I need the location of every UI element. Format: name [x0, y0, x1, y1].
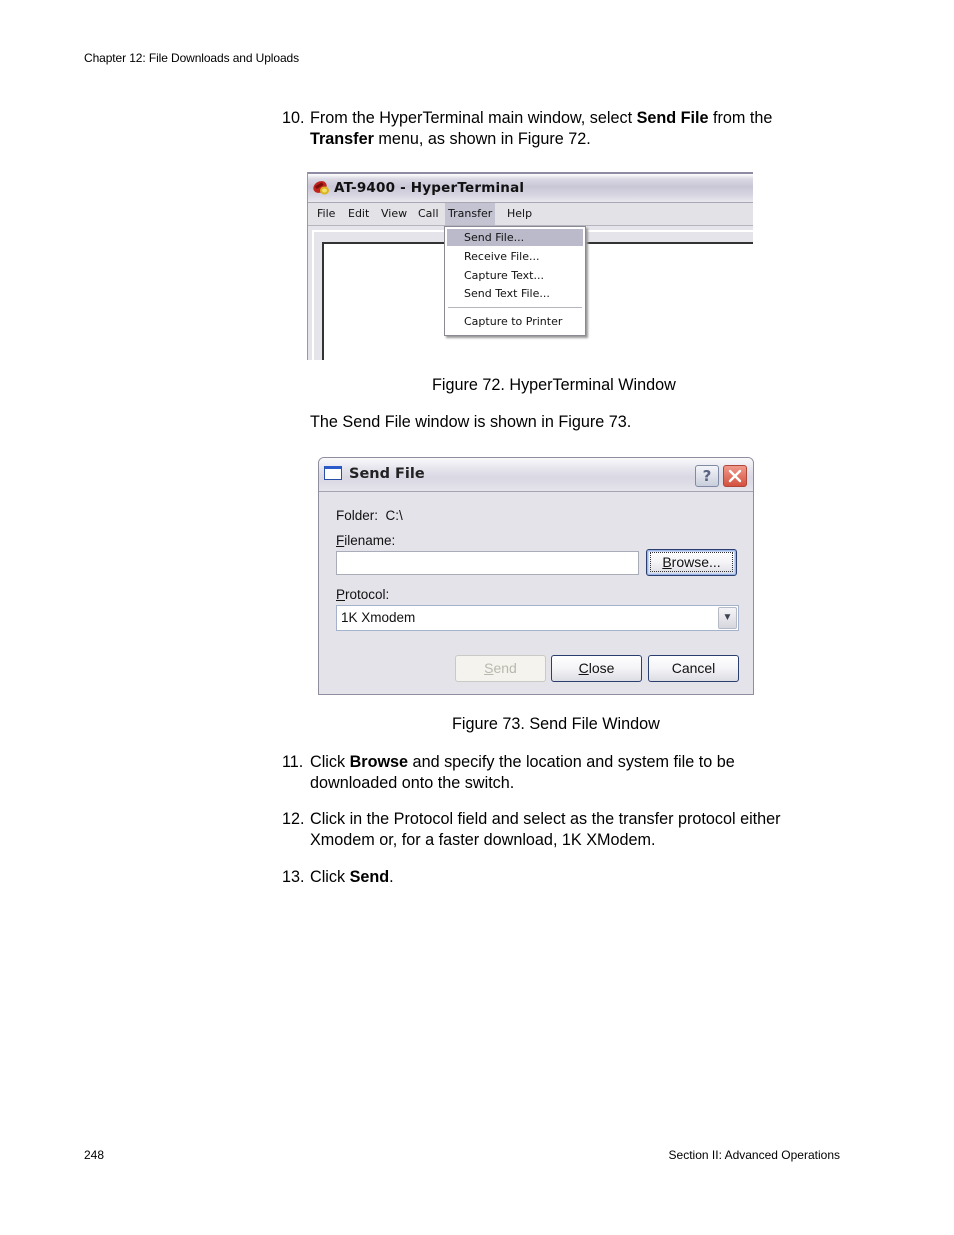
text: downloaded onto the switch. [310, 774, 515, 792]
bold-term: Transfer [310, 130, 374, 148]
close-window-button[interactable] [723, 465, 747, 487]
text: Click in the Protocol field and select a… [310, 810, 781, 828]
menu-item-send-text-file[interactable]: Send Text File... [447, 285, 583, 302]
dropdown-button[interactable]: ▼ [718, 607, 737, 629]
text: from the [708, 109, 773, 127]
step-11: 11. Click Browse and specify the locatio… [282, 752, 822, 796]
label-text: ilename: [344, 533, 396, 548]
figure-73-caption: Figure 73. Send File Window [452, 715, 660, 733]
protocol-value: 1K Xmodem [341, 610, 416, 625]
step-13: 13. Click Send. [282, 867, 582, 889]
bold-term: Send [349, 868, 390, 886]
browse-label: Browse... [650, 552, 733, 572]
text: Xmodem or, for a faster download, 1K XMo… [310, 831, 656, 849]
mnemonic: B [662, 554, 672, 570]
step-text: Click Send. [310, 867, 394, 888]
intro-figure-73: The Send File window is shown in Figure … [310, 413, 632, 431]
label-text: rotocol: [345, 587, 390, 602]
step-text: Click in the Protocol field and select a… [310, 809, 781, 851]
text: Click [310, 868, 350, 886]
label-text: rowse... [671, 554, 721, 570]
close-button[interactable]: Close [551, 655, 642, 682]
mnemonic: F [336, 533, 345, 548]
dialog-title: Send File [349, 466, 425, 482]
text: . [389, 868, 394, 886]
step-10: 10. From the HyperTerminal main window, … [282, 108, 822, 152]
window-icon [324, 466, 342, 480]
menu-call[interactable]: Call [415, 203, 442, 225]
figure-72-caption: Figure 72. HyperTerminal Window [432, 376, 676, 394]
chevron-down-icon: ▼ [722, 612, 733, 623]
menu-separator [448, 307, 582, 308]
menu-bar: File Edit View Call Transfer Help [308, 202, 753, 226]
send-file-dialog: Send File ? Folder: C:\ Filename: Browse… [318, 457, 754, 695]
page-number: 248 [84, 1148, 105, 1162]
title-bar[interactable]: AT-9400 - HyperTerminal [308, 172, 753, 202]
mnemonic: P [336, 587, 346, 602]
step-number: 11. [282, 753, 304, 771]
folder-value: C:\ [385, 508, 403, 523]
step-number: 12. [282, 810, 305, 828]
mnemonic: C [578, 660, 589, 676]
label-text: lose [588, 660, 615, 676]
help-button[interactable]: ? [695, 465, 719, 487]
browse-button[interactable]: Browse... [646, 549, 737, 576]
menu-edit[interactable]: Edit [345, 203, 372, 225]
menu-help[interactable]: Help [504, 203, 535, 225]
menu-file[interactable]: File [314, 203, 338, 225]
step-text: From the HyperTerminal main window, sele… [310, 108, 772, 150]
question-mark-icon: ? [702, 467, 712, 485]
bold-term: Browse [349, 753, 409, 771]
folder-row: Folder: C:\ [336, 508, 403, 523]
label-text: end [493, 660, 517, 676]
protocol-label: Protocol: [336, 587, 389, 602]
hyperterminal-window: AT-9400 - HyperTerminal File Edit View C… [307, 172, 753, 360]
protocol-select[interactable]: 1K Xmodem ▼ [336, 605, 739, 631]
step-number: 10. [282, 109, 305, 127]
transfer-menu-dropdown: Send File... Receive File... Capture Tex… [444, 226, 586, 336]
hyperterminal-phone-icon [313, 181, 329, 195]
menu-view[interactable]: View [378, 203, 410, 225]
running-header: Chapter 12: File Downloads and Uploads [84, 51, 299, 65]
section-footer: Section II: Advanced Operations [668, 1148, 840, 1162]
send-button[interactable]: Send [455, 655, 546, 682]
menu-item-receive-file[interactable]: Receive File... [447, 248, 583, 265]
step-number: 13. [282, 868, 305, 886]
text: and specify the location and system file… [408, 753, 735, 771]
bold-term: Send File [636, 109, 709, 127]
step-text: Click Browse and specify the location an… [310, 752, 735, 794]
filename-input[interactable] [336, 551, 639, 575]
filename-label: Filename: [336, 533, 395, 548]
cancel-button[interactable]: Cancel [648, 655, 739, 682]
close-icon [728, 469, 742, 483]
menu-transfer[interactable]: Transfer [445, 203, 496, 225]
text: From the HyperTerminal main window, sele… [310, 109, 637, 127]
menu-item-send-file[interactable]: Send File... [447, 229, 583, 246]
folder-label: Folder: [336, 508, 379, 523]
text: menu, as shown in Figure 72. [373, 130, 591, 148]
text: Click [310, 753, 350, 771]
window-title: AT-9400 - HyperTerminal [334, 180, 525, 196]
title-bar[interactable]: Send File ? [319, 458, 753, 492]
menu-item-capture-to-printer[interactable]: Capture to Printer [447, 313, 583, 330]
menu-item-capture-text[interactable]: Capture Text... [447, 267, 583, 284]
step-12: 12. Click in the Protocol field and sele… [282, 809, 842, 853]
